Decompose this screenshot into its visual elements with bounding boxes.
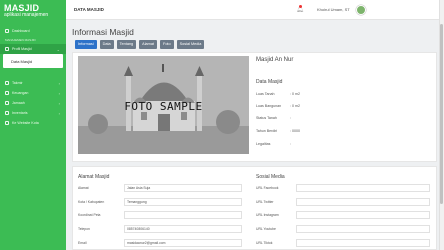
facebook-field [296, 184, 430, 192]
topbar-title: DATA MASJID [74, 7, 104, 12]
sidebar-item-jamaah[interactable]: Jamaah › [0, 98, 66, 108]
info-value: : 0000 [290, 129, 300, 133]
avatar[interactable] [356, 5, 366, 15]
tab-alamat[interactable]: Alamat [139, 40, 157, 49]
users-icon [5, 81, 9, 85]
youtube-label: URL Youtube [256, 227, 276, 231]
sidebar-item-website[interactable]: Ke Website Kota [0, 118, 66, 128]
dashboard-icon [5, 29, 9, 33]
brand-logo: MASJID [4, 3, 40, 13]
sidebar-item-label: Ke Website Kota [12, 121, 39, 125]
email-field: masidaanur2@gmail.com [124, 239, 242, 247]
sidebar-item-label: Profil Masjid [12, 47, 32, 51]
address-section-title: Alamat Masjid [78, 174, 110, 180]
youtube-field [296, 225, 430, 233]
chevron-down-icon: ⌄ [56, 46, 60, 52]
scrollbar-thumb[interactable] [440, 24, 443, 204]
mosque-icon [5, 47, 9, 51]
chevron-right-icon: › [58, 90, 60, 96]
info-label: Luas Tanah [256, 92, 275, 96]
mosque-photo: FOTO SAMPLE [78, 56, 249, 154]
tab-data[interactable]: Data [99, 40, 114, 49]
info-value: : [290, 116, 291, 120]
info-label: Tahun Berdiri [256, 129, 278, 133]
map-coordinate-field [124, 211, 242, 219]
brand[interactable]: MASJID aplikasi manajemen [0, 0, 66, 22]
address-social-panel [72, 166, 437, 250]
tab-tentang[interactable]: Tentang [116, 40, 137, 49]
phone-label: Telepon [78, 227, 90, 231]
username[interactable]: Khoirul Umam, ST [317, 7, 350, 12]
globe-icon [5, 121, 9, 125]
info-label: Status Tanah [256, 116, 277, 120]
sidebar-item-label: Takmir [12, 81, 23, 85]
group-icon [5, 101, 9, 105]
twitter-label: URL Twitter [256, 200, 274, 204]
sidebar-item-label: Inventaris [12, 111, 28, 115]
social-section-title: Sosial Media [256, 174, 285, 180]
sidebar-item-keuangan[interactable]: Keuangan › [0, 88, 66, 98]
data-section-title: Data Masjid [256, 79, 283, 85]
info-label: Luas Bangunan [256, 104, 282, 108]
tab-bar: Informasi Data Tentang Alamat Foto Sosia… [75, 40, 205, 49]
tiktok-label: URL Tiktok [256, 241, 273, 245]
city-label: Kota / Kabupaten [78, 200, 105, 204]
info-value: : 0 m2 [290, 92, 300, 96]
topbar: DATA MASJID [66, 0, 444, 20]
map-coordinate-label: Koordinat Peta [78, 213, 101, 217]
email-label: Email [78, 241, 87, 245]
page-scrollbar[interactable] [439, 0, 444, 250]
info-value: : [290, 142, 291, 146]
tab-foto[interactable]: Foto [160, 40, 174, 49]
sidebar-item-takmir[interactable]: Takmir › [0, 78, 66, 88]
box-icon [5, 111, 9, 115]
sidebar-item-inventaris[interactable]: Inventaris › [0, 108, 66, 118]
facebook-label: URL Facebook [256, 186, 279, 190]
info-value: : 0 m2 [290, 104, 300, 108]
brand-subtitle: aplikasi manajemen [4, 12, 49, 18]
photo-placeholder-label: FOTO SAMPLE [124, 100, 203, 113]
chevron-right-icon: › [58, 110, 60, 116]
instagram-field [296, 211, 430, 219]
tab-informasi[interactable]: Informasi [75, 40, 97, 49]
sidebar-item-label: Keuangan [12, 91, 29, 95]
info-label: Legalitas [256, 142, 271, 146]
wallet-icon [5, 91, 9, 95]
mosque-name: Masjid An Nur [256, 57, 294, 63]
tiktok-field [296, 239, 430, 247]
phone-field: 085740806140 [124, 225, 242, 233]
city-field: Temanggung [124, 198, 242, 206]
chevron-right-icon: › [58, 80, 60, 86]
sidebar-item-label: Jamaah [12, 101, 25, 105]
address-label: Alamat [78, 186, 89, 190]
sidebar-item-dashboard[interactable]: Dashboard [0, 26, 66, 36]
twitter-field [296, 198, 430, 206]
sidebar-item-profil-masjid[interactable]: Profil Masjid ⌄ [0, 44, 66, 54]
address-field: Jalan Asia Suja [124, 184, 242, 192]
sidebar-section-label: MANAJEMEN MASJID [5, 38, 36, 42]
instagram-label: URL Instagram [256, 213, 279, 217]
sidebar: MASJID aplikasi manajemen Dashboard MANA… [0, 0, 66, 250]
sidebar-subitem-data-masjid[interactable]: Data Masjid [3, 54, 63, 68]
notification-badge [299, 5, 302, 8]
tab-sosial-media[interactable]: Sosial Media [176, 40, 205, 49]
sidebar-item-label: Dashboard [12, 29, 30, 33]
page-title: Informasi Masjid [72, 27, 134, 37]
chevron-right-icon: › [58, 100, 60, 106]
